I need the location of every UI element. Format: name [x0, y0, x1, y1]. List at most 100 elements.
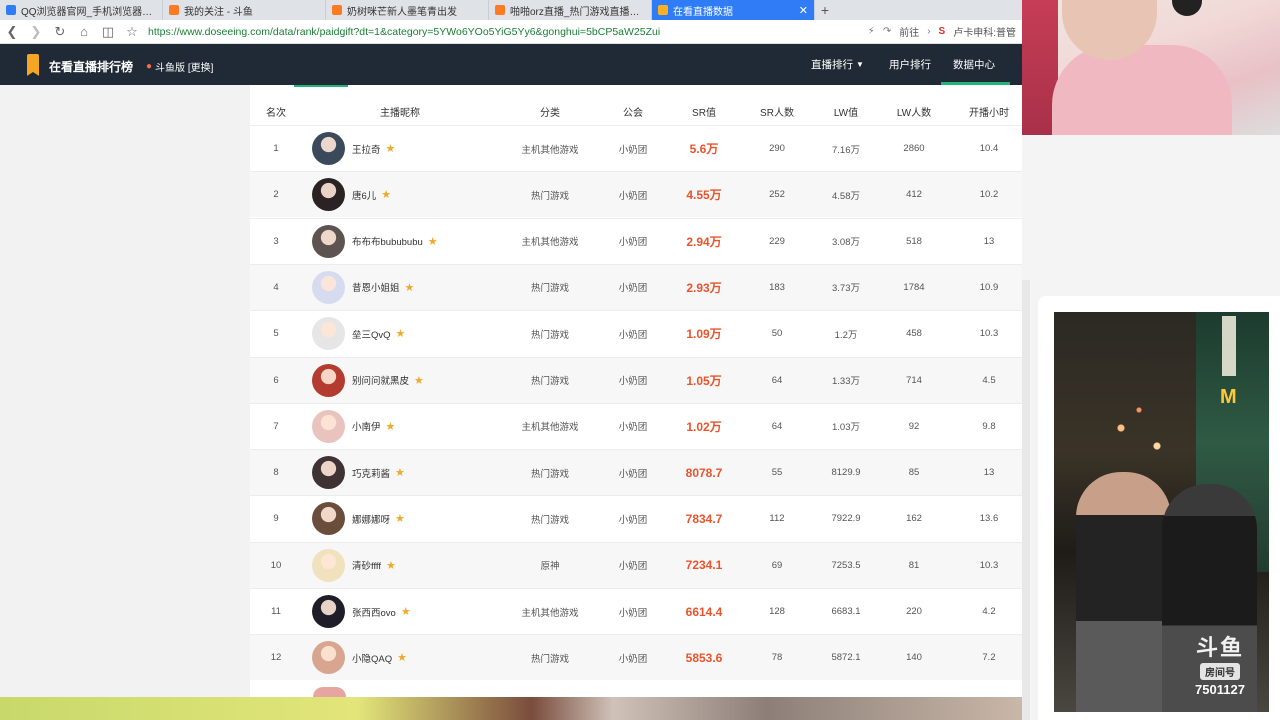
- anchor-name[interactable]: 巧克莉酱: [352, 466, 390, 480]
- reload-icon[interactable]: ↻: [48, 20, 72, 44]
- anchor-link[interactable]: 娜娜娜呀 ★: [312, 496, 492, 541]
- avatar[interactable]: [312, 317, 345, 351]
- reader-icon[interactable]: ◫: [96, 20, 120, 44]
- header-hours[interactable]: 开播小时: [950, 99, 1028, 123]
- browser-tab[interactable]: 在看直播数据 ✕: [652, 0, 815, 20]
- new-tab-button[interactable]: +: [815, 0, 835, 20]
- site-title[interactable]: 在看直播排行榜: [49, 58, 133, 75]
- share-icon[interactable]: ↷: [883, 26, 891, 37]
- lw-count-cell: 140: [906, 652, 922, 664]
- platform-switch[interactable]: ● 斗鱼版 [更换]: [146, 59, 213, 74]
- back-icon[interactable]: ❮: [0, 20, 24, 44]
- anchor-name[interactable]: 张西西ovo: [352, 605, 396, 619]
- forward-icon[interactable]: ❯: [24, 20, 48, 44]
- header-sr[interactable]: SR值: [668, 99, 740, 123]
- anchor-link[interactable]: 唐6儿 ★: [312, 172, 492, 217]
- anchor-name[interactable]: 垒三QvQ: [352, 327, 391, 341]
- table-row[interactable]: 2 热门游戏 小奶团 4.55万 252 4.58万 412 10.2 唐6儿 ★: [250, 171, 1028, 218]
- browser-tab[interactable]: 啪啪orz直播_热门游戏直播_斗鱼直播: [489, 0, 652, 20]
- avatar[interactable]: [312, 409, 345, 443]
- home-icon[interactable]: ⌂: [72, 20, 96, 44]
- avatar[interactable]: [312, 548, 345, 582]
- star-icon[interactable]: ★: [396, 327, 406, 340]
- anchor-link[interactable]: 巧克莉酱 ★: [312, 450, 492, 495]
- avatar[interactable]: [312, 178, 345, 212]
- anchor-link[interactable]: 王拉奇 ★: [312, 126, 492, 171]
- table-row[interactable]: 7 主机其他游戏 小奶团 1.02万 64 1.03万 92 9.8 小南伊 ★: [250, 402, 1028, 449]
- header-lw[interactable]: LW值: [810, 99, 882, 123]
- lightning-icon[interactable]: ⚡: [868, 26, 875, 37]
- table-row[interactable]: 4 热门游戏 小奶团 2.93万 183 3.73万 1784 10.9 昔恩小姐姐 ★: [250, 263, 1028, 310]
- anchor-name[interactable]: 王拉奇: [352, 142, 381, 156]
- hours-cell: 13.6: [979, 513, 999, 525]
- anchor-link[interactable]: 小隐QAQ ★: [312, 635, 492, 680]
- anchor-name[interactable]: 唐6儿: [352, 188, 376, 202]
- anchor-link[interactable]: 别问问就黑皮 ★: [312, 358, 492, 403]
- table-row[interactable]: 10 原神 小奶团 7234.1 69 7253.5 81 10.3 清砂ffff ★: [250, 541, 1028, 588]
- star-icon[interactable]: ★: [401, 605, 411, 618]
- anchor-name[interactable]: 昔恩小姐姐: [352, 280, 400, 294]
- anchor-name[interactable]: 布布布bubububu: [352, 234, 423, 248]
- avatar[interactable]: [312, 641, 345, 675]
- platform-label: 斗鱼版 [更换]: [155, 63, 214, 74]
- table-row[interactable]: 6 热门游戏 小奶团 1.05万 64 1.33万 714 4.5 别问问就黑皮 ★: [250, 356, 1028, 403]
- bookmark-star-icon[interactable]: ☆: [120, 20, 144, 44]
- anchor-link[interactable]: 布布布bubububu ★: [312, 219, 492, 264]
- avatar[interactable]: [312, 132, 345, 165]
- avatar[interactable]: [312, 363, 345, 397]
- header-sr-count[interactable]: SR人数: [742, 99, 812, 123]
- anchor-name[interactable]: 别问问就黑皮: [352, 373, 409, 387]
- nav-live-rank[interactable]: 直播排行 ▼: [811, 44, 864, 85]
- search-box[interactable]: 卢卡申科:普管: [953, 24, 1016, 39]
- avatar[interactable]: [312, 270, 345, 304]
- avatar[interactable]: [312, 456, 345, 490]
- browser-tab[interactable]: 奶树咪芒新人墨笔青出发: [326, 0, 489, 20]
- star-icon[interactable]: ★: [397, 651, 407, 664]
- anchor-link[interactable]: 昔恩小姐姐 ★: [312, 265, 492, 310]
- table-row[interactable]: 3 主机其他游戏 小奶团 2.94万 229 3.08万 518 13 布布布bubububu ★: [250, 217, 1028, 264]
- avatar[interactable]: [312, 224, 345, 258]
- url-input[interactable]: https://www.doseeing.com/data/rank/paidg…: [144, 20, 868, 44]
- search-engine-icon[interactable]: S: [939, 26, 946, 37]
- table-row[interactable]: 5 热门游戏 小奶团 1.09万 50 1.2万 458 10.3 垒三QvQ ★: [250, 310, 1028, 356]
- anchor-name[interactable]: 娜娜娜呀: [352, 512, 390, 526]
- close-tab-icon[interactable]: ✕: [799, 4, 808, 17]
- table-row[interactable]: 12 热门游戏 小奶团 5853.6 78 5872.1 140 7.2 小隐QAQ ★: [250, 634, 1028, 681]
- anchor-name[interactable]: 小南伊: [352, 419, 381, 433]
- table-row[interactable]: 1 主机其他游戏 小奶团 5.6万 290 7.16万 2860 10.4 王拉奇 ★: [250, 125, 1028, 171]
- table-row[interactable]: 9 热门游戏 小奶团 7834.7 112 7922.9 162 13.6 娜娜娜呀 ★: [250, 495, 1028, 541]
- nav-user-rank[interactable]: 用户排行: [889, 44, 931, 85]
- table-row[interactable]: 8 热门游戏 小奶团 8078.7 55 8129.9 85 13 巧克莉酱 ★: [250, 449, 1028, 496]
- anchor-name[interactable]: 清砂ffff: [352, 558, 381, 572]
- browser-tab[interactable]: 我的关注 - 斗鱼: [163, 0, 326, 20]
- lw-count-cell: 85: [908, 467, 920, 479]
- anchor-link[interactable]: 垒三QvQ ★: [312, 311, 492, 356]
- star-icon[interactable]: ★: [395, 512, 405, 525]
- rank-cell: 7: [273, 420, 279, 432]
- table-header: 名次 主播昵称 分类 公会 SR值 SR人数 LW值 LW人数 开播小时: [250, 99, 1028, 123]
- avatar[interactable]: [312, 595, 345, 628]
- star-icon[interactable]: ★: [386, 142, 396, 155]
- browser-tab[interactable]: QQ浏览器官网_手机浏览器_电脑浏览: [0, 0, 163, 20]
- anchor-link[interactable]: 张西西ovo ★: [312, 589, 492, 634]
- anchor-link[interactable]: 小南伊 ★: [312, 404, 492, 449]
- anchor-link[interactable]: 清砂ffff ★: [312, 543, 492, 588]
- star-icon[interactable]: ★: [428, 235, 438, 248]
- nav-data-center[interactable]: 数据中心: [941, 44, 1010, 85]
- photo-sign: [1222, 316, 1236, 376]
- star-icon[interactable]: ★: [405, 281, 415, 294]
- header-lw-count[interactable]: LW人数: [878, 99, 950, 123]
- star-icon[interactable]: ★: [414, 374, 424, 387]
- star-icon[interactable]: ★: [386, 559, 396, 572]
- star-icon[interactable]: ★: [386, 420, 396, 433]
- tab-title: 我的关注 - 斗鱼: [184, 6, 253, 18]
- go-button[interactable]: 前往: [899, 24, 919, 39]
- star-icon[interactable]: ★: [395, 466, 405, 479]
- star-icon[interactable]: ★: [381, 188, 391, 201]
- sr-value-cell: 1.02万: [686, 419, 722, 434]
- avatar[interactable]: [312, 502, 345, 536]
- table-row[interactable]: 11 主机其他游戏 小奶团 6614.4 128 6683.1 220 4.2 张西西ovo ★: [250, 588, 1028, 634]
- bookmark-logo-icon[interactable]: [27, 54, 39, 76]
- anchor-name[interactable]: 小隐QAQ: [352, 651, 392, 665]
- watermark-room-id: 7501127: [1195, 682, 1245, 697]
